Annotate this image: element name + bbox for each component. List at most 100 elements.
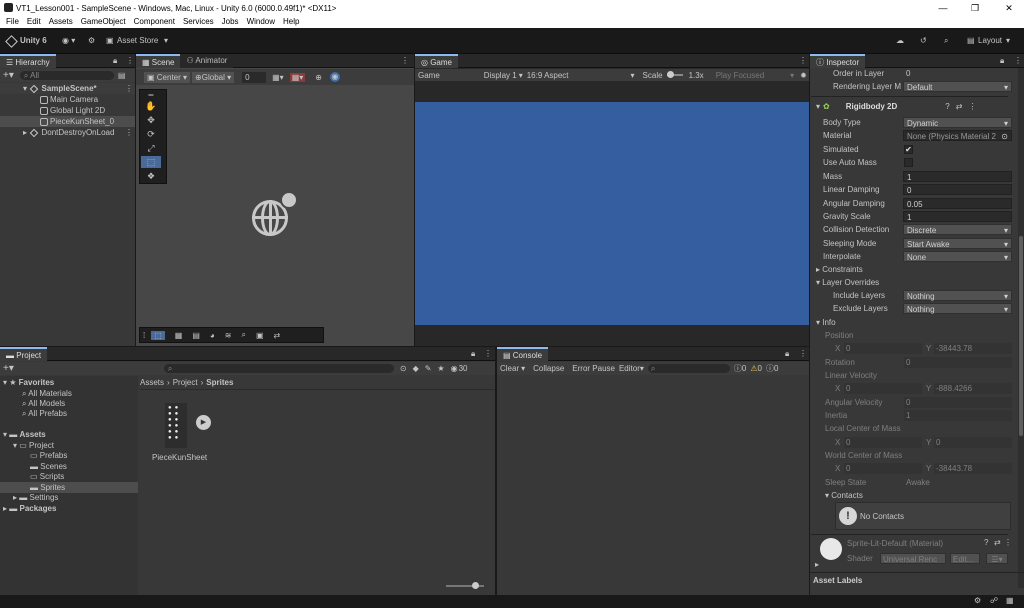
layer-overrides-foldout[interactable]: ▾ Layer Overrides: [816, 276, 879, 289]
sprite-sheet-thumbnail[interactable]: ●● ●● ●● ●● ●● ●●: [165, 403, 187, 448]
aspect-dropdown[interactable]: 16:9 Aspect: [527, 71, 569, 80]
asset-labels-header[interactable]: Asset Labels: [813, 575, 862, 586]
tilemap-icon[interactable]: ▦: [175, 331, 183, 340]
expand-arrow-icon[interactable]: ▾: [23, 84, 27, 93]
search-icon[interactable]: ⌕: [944, 28, 948, 54]
tab-project[interactable]: ▬ Project: [0, 346, 48, 361]
search-overlay-icon[interactable]: ⌕: [241, 330, 245, 340]
game-settings-icon[interactable]: ✹: [800, 71, 807, 80]
game-viewport[interactable]: [415, 102, 809, 325]
draw-mode-icon[interactable]: ⊕: [315, 73, 322, 82]
rect-tool-icon[interactable]: ⬚: [141, 156, 161, 168]
material-help-icon[interactable]: ?: [984, 538, 988, 547]
folder-row[interactable]: ▭ Scripts: [30, 471, 64, 482]
move-tool-icon[interactable]: ✥: [141, 114, 161, 126]
asset-store-button[interactable]: Asset Store: [117, 28, 158, 54]
tab-inspector[interactable]: ⓘ Inspector: [810, 53, 866, 68]
tab-console[interactable]: ▤ Console: [497, 346, 549, 361]
project-search-input[interactable]: ⌕: [163, 364, 394, 373]
edit-shader-button[interactable]: Edit...: [950, 553, 980, 564]
scale-tool-icon[interactable]: ⤢: [141, 142, 161, 154]
shuffle-icon[interactable]: ⇄: [274, 331, 281, 340]
constraints-foldout[interactable]: ▸ Constraints: [816, 263, 863, 276]
favorites-row[interactable]: ▾ ★ Favorites: [3, 377, 54, 388]
menu-jobs[interactable]: Jobs: [222, 16, 239, 28]
inspector-scrollbar[interactable]: [1018, 68, 1024, 588]
preset-icon[interactable]: ⇄: [956, 102, 963, 111]
menu-assets[interactable]: Assets: [49, 16, 73, 28]
menu-file[interactable]: File: [6, 16, 19, 28]
search-by-label-icon[interactable]: ◆: [413, 364, 419, 373]
object-picker-icon[interactable]: ⊙: [1001, 131, 1008, 142]
console-log-area[interactable]: [497, 376, 809, 595]
progress-icon[interactable]: ⚙: [974, 596, 981, 605]
collapse-arrow-icon[interactable]: ▸: [23, 128, 27, 137]
favorite-icon[interactable]: ★: [437, 364, 444, 373]
help-icon[interactable]: ?: [945, 102, 949, 111]
warning-toggle[interactable]: ⚠0: [750, 364, 762, 373]
console-search-input[interactable]: ⌕: [647, 364, 730, 373]
gizmo-toggle-icon[interactable]: ▦▾: [289, 72, 306, 82]
scene-more-icon[interactable]: ⋮: [401, 56, 409, 65]
field-input[interactable]: 0.05: [903, 198, 1012, 209]
log-toggle[interactable]: ⓘ0: [734, 363, 746, 374]
maximize-button[interactable]: ❐: [960, 0, 990, 16]
menu-component[interactable]: Component: [134, 16, 175, 28]
menu-services[interactable]: Services: [183, 16, 214, 28]
folder-row[interactable]: ▭ Prefabs: [30, 450, 67, 461]
game-more-icon[interactable]: ⋮: [799, 56, 807, 65]
info-foldout[interactable]: ▾ Info: [816, 316, 836, 329]
display-dropdown[interactable]: Display 1: [484, 71, 517, 80]
dontdestroy-row[interactable]: ▸ DontDestroyOnLoad ⋮: [23, 127, 135, 138]
menu-help[interactable]: Help: [283, 16, 299, 28]
field-input[interactable]: 0: [903, 184, 1012, 195]
console-lock-icon[interactable]: 🔒︎: [785, 349, 789, 359]
exclude-layers-dropdown[interactable]: Nothing ▾: [903, 303, 1012, 314]
history-icon[interactable]: ↺: [920, 28, 927, 54]
settings-row[interactable]: ▸ ▬ Settings: [13, 492, 58, 503]
scale-slider[interactable]: [666, 71, 683, 78]
snap-input[interactable]: 0: [242, 71, 267, 83]
tab-hierarchy[interactable]: ☰ Hierarchy: [0, 53, 56, 68]
cloud-settings-icon[interactable]: ⚙: [88, 28, 95, 54]
breadcrumb-item[interactable]: Project: [173, 378, 198, 387]
project-more-icon[interactable]: ⋮: [484, 349, 492, 358]
clear-button[interactable]: Clear: [500, 364, 519, 373]
minimize-button[interactable]: —: [928, 0, 958, 16]
clear-dropdown-icon[interactable]: ▾: [521, 364, 525, 373]
editor-dropdown[interactable]: Editor: [619, 364, 640, 373]
scene-row[interactable]: ▾ SampleScene* ⋮: [0, 83, 135, 94]
create-icon[interactable]: +▾: [3, 363, 14, 374]
asset-store-dropdown-icon[interactable]: ▾: [164, 28, 168, 54]
paint-icon[interactable]: ◕: [210, 331, 215, 340]
close-button[interactable]: ✕: [994, 0, 1024, 16]
error-toggle[interactable]: ⓘ0: [766, 363, 778, 374]
shader-list-icon[interactable]: ☰▾: [986, 553, 1008, 564]
field-input[interactable]: 1: [903, 211, 1012, 222]
account-icon[interactable]: ◉ ▾: [62, 28, 75, 54]
breadcrumb-item-current[interactable]: Sprites: [206, 378, 233, 387]
rect-tool-overlay-icon[interactable]: ⬚: [151, 330, 165, 340]
pivot-center-dropdown[interactable]: ▣ Center ▾: [144, 71, 191, 83]
tab-scene[interactable]: ▦ Scene: [136, 53, 181, 68]
field-input[interactable]: 1: [903, 171, 1012, 182]
search-by-type-icon[interactable]: ⊙: [400, 364, 407, 373]
hierarchy-item-selected[interactable]: PieceKunSheet_0: [0, 116, 135, 127]
rendering-dropdown[interactable]: Default ▾: [903, 81, 1012, 92]
assets-row[interactable]: ▾ ▬ Assets: [3, 429, 46, 440]
global-dropdown[interactable]: ⊕Global ▾: [192, 71, 235, 83]
collapse-button[interactable]: Collapse: [533, 364, 564, 373]
unity-account-button[interactable]: Unity 6: [20, 28, 47, 54]
console-more-icon[interactable]: ⋮: [799, 349, 807, 358]
breadcrumb-item[interactable]: Assets: [140, 378, 164, 387]
hierarchy-item[interactable]: Main Camera: [40, 94, 98, 105]
material-preset-icon[interactable]: ⇄: [994, 538, 1001, 547]
expand-arrow-icon[interactable]: ▸: [815, 560, 819, 569]
order-value[interactable]: 0: [906, 67, 910, 80]
tab-animator[interactable]: ⚇ Animator: [180, 53, 234, 68]
more-icon[interactable]: ⋮: [126, 56, 134, 65]
field-checkbox[interactable]: [904, 158, 913, 167]
contacts-foldout[interactable]: ▾ Contacts: [825, 489, 863, 502]
component-menu-icon[interactable]: ⋮: [968, 102, 976, 111]
game-mode-dropdown[interactable]: Game: [418, 71, 440, 80]
